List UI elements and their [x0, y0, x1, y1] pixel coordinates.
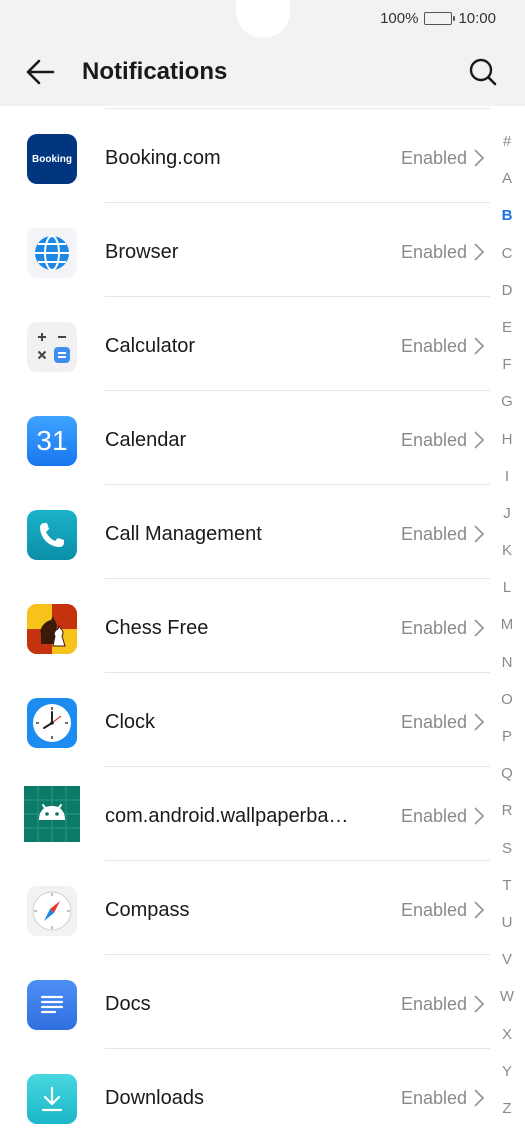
list-item-booking[interactable]: Booking Booking.com Enabled [0, 109, 490, 203]
clock-time: 10:00 [458, 10, 496, 27]
app-status: Enabled [400, 1088, 467, 1108]
alphabet-index-letter[interactable]: # [499, 128, 515, 165]
list-item-call-management[interactable]: Call Management Enabled [0, 485, 490, 579]
alphabet-index-letter[interactable]: K [499, 537, 515, 574]
alphabet-index-letter[interactable]: V [499, 946, 515, 983]
search-button[interactable] [465, 54, 501, 90]
alphabet-index-letter[interactable]: C [499, 240, 515, 277]
alphabet-index-letter[interactable]: R [499, 797, 515, 834]
arrow-left-icon [26, 59, 55, 85]
alphabet-index-letter[interactable]: P [499, 723, 515, 760]
status-bar: 100% 10:00 [0, 0, 525, 40]
app-status: Enabled [400, 712, 467, 732]
list-item-calendar[interactable]: 31 Calendar Enabled [0, 391, 490, 485]
calendar-icon: 31 [27, 416, 77, 466]
app-status: Enabled [400, 336, 467, 356]
alphabet-index-letter[interactable]: J [499, 500, 515, 537]
list-item-compass[interactable]: Compass Enabled [0, 861, 490, 955]
docs-icon [27, 980, 77, 1030]
app-name: Calculator [105, 335, 196, 357]
alphabet-index-letter[interactable]: D [499, 277, 515, 314]
app-name: Clock [105, 711, 156, 733]
alphabet-index-letter[interactable]: E [499, 314, 515, 351]
status-indicators: 100% 10:00 [380, 10, 496, 27]
chevron-right-icon [474, 337, 485, 355]
app-status: Enabled [400, 618, 467, 638]
chevron-right-icon [474, 901, 485, 919]
app-status: Enabled [400, 994, 467, 1014]
list-item-clock[interactable]: Clock Enabled [0, 673, 490, 767]
browser-icon [27, 228, 77, 278]
app-name: Chess Free [105, 617, 209, 639]
app-name: com.android.wallpaperba… [105, 805, 349, 827]
alphabet-index-letter[interactable]: U [499, 909, 515, 946]
chevron-right-icon [474, 1089, 485, 1107]
alphabet-index-letter[interactable]: O [499, 686, 515, 723]
download-icon [27, 1074, 77, 1124]
app-name: Downloads [105, 1087, 204, 1109]
app-notification-list: Booking Booking.com Enabled Browser Enab… [0, 106, 525, 1138]
chevron-right-icon [474, 431, 485, 449]
app-name: Browser [105, 241, 179, 263]
alphabet-index-letter[interactable]: G [499, 388, 515, 425]
calendar-icon-text: 31 [36, 425, 68, 456]
chevron-right-icon [474, 619, 485, 637]
chevron-right-icon [474, 149, 485, 167]
battery-icon [424, 12, 456, 25]
app-header: Notifications [0, 40, 525, 106]
alphabet-index-letter[interactable]: Y [499, 1058, 515, 1095]
back-button[interactable] [20, 54, 60, 90]
chevron-right-icon [474, 807, 485, 825]
app-status: Enabled [400, 900, 467, 920]
calculator-icon [27, 322, 77, 372]
android-icon [24, 786, 80, 842]
app-status: Enabled [400, 806, 467, 826]
app-name: Docs [105, 993, 151, 1015]
alphabet-index-letter[interactable]: T [499, 872, 515, 909]
list-item-calculator[interactable]: Calculator Enabled [0, 297, 490, 391]
alphabet-index-letter[interactable]: F [499, 351, 515, 388]
search-icon [469, 58, 497, 86]
alphabet-index-letter[interactable]: X [499, 1021, 515, 1058]
app-name: Calendar [105, 429, 187, 451]
chevron-right-icon [474, 243, 485, 261]
app-status: Enabled [400, 148, 467, 168]
phone-icon [27, 510, 77, 560]
alphabet-index-letter[interactable]: I [499, 463, 515, 500]
alphabet-index-letter[interactable]: Q [499, 760, 515, 797]
alphabet-index-letter[interactable]: H [499, 426, 515, 463]
alphabet-index-letter[interactable]: A [499, 165, 515, 202]
clock-icon [27, 698, 77, 748]
app-name: Booking.com [105, 147, 221, 169]
booking-icon: Booking [27, 134, 77, 184]
alphabet-index-letter[interactable]: W [499, 983, 515, 1020]
alphabet-index[interactable]: # A B C D E F G H I J K L M N O P Q R S T U V W X Y Z [499, 128, 515, 1132]
list-item-docs[interactable]: Docs Enabled [0, 955, 490, 1049]
compass-icon [27, 886, 77, 936]
alphabet-index-letter[interactable]: S [499, 835, 515, 872]
chess-icon [27, 604, 77, 654]
camera-notch [236, 0, 290, 38]
chevron-right-icon [474, 525, 485, 543]
chevron-right-icon [474, 713, 485, 731]
chevron-right-icon [474, 995, 485, 1013]
alphabet-index-letter[interactable]: Z [499, 1095, 515, 1132]
app-name: Compass [105, 899, 190, 921]
app-status: Enabled [400, 430, 467, 450]
app-name: Call Management [105, 523, 262, 545]
app-status: Enabled [400, 524, 467, 544]
booking-icon-text: Booking [32, 153, 72, 165]
alphabet-index-letter[interactable]: M [499, 611, 515, 648]
alphabet-index-letter[interactable]: N [499, 649, 515, 686]
list-item-downloads[interactable]: Downloads Enabled [0, 1049, 490, 1138]
list-item-chess-free[interactable]: Chess Free Enabled [0, 579, 490, 673]
list-item-wallpaper-backup[interactable]: com.android.wallpaperba… Enabled [0, 767, 490, 861]
page-title: Notifications [82, 58, 228, 85]
battery-percent: 100% [380, 10, 419, 27]
list-item-browser[interactable]: Browser Enabled [0, 203, 490, 297]
alphabet-index-letter[interactable]: L [499, 574, 515, 611]
alphabet-index-letter[interactable]: B [499, 202, 515, 239]
app-status: Enabled [400, 242, 467, 262]
